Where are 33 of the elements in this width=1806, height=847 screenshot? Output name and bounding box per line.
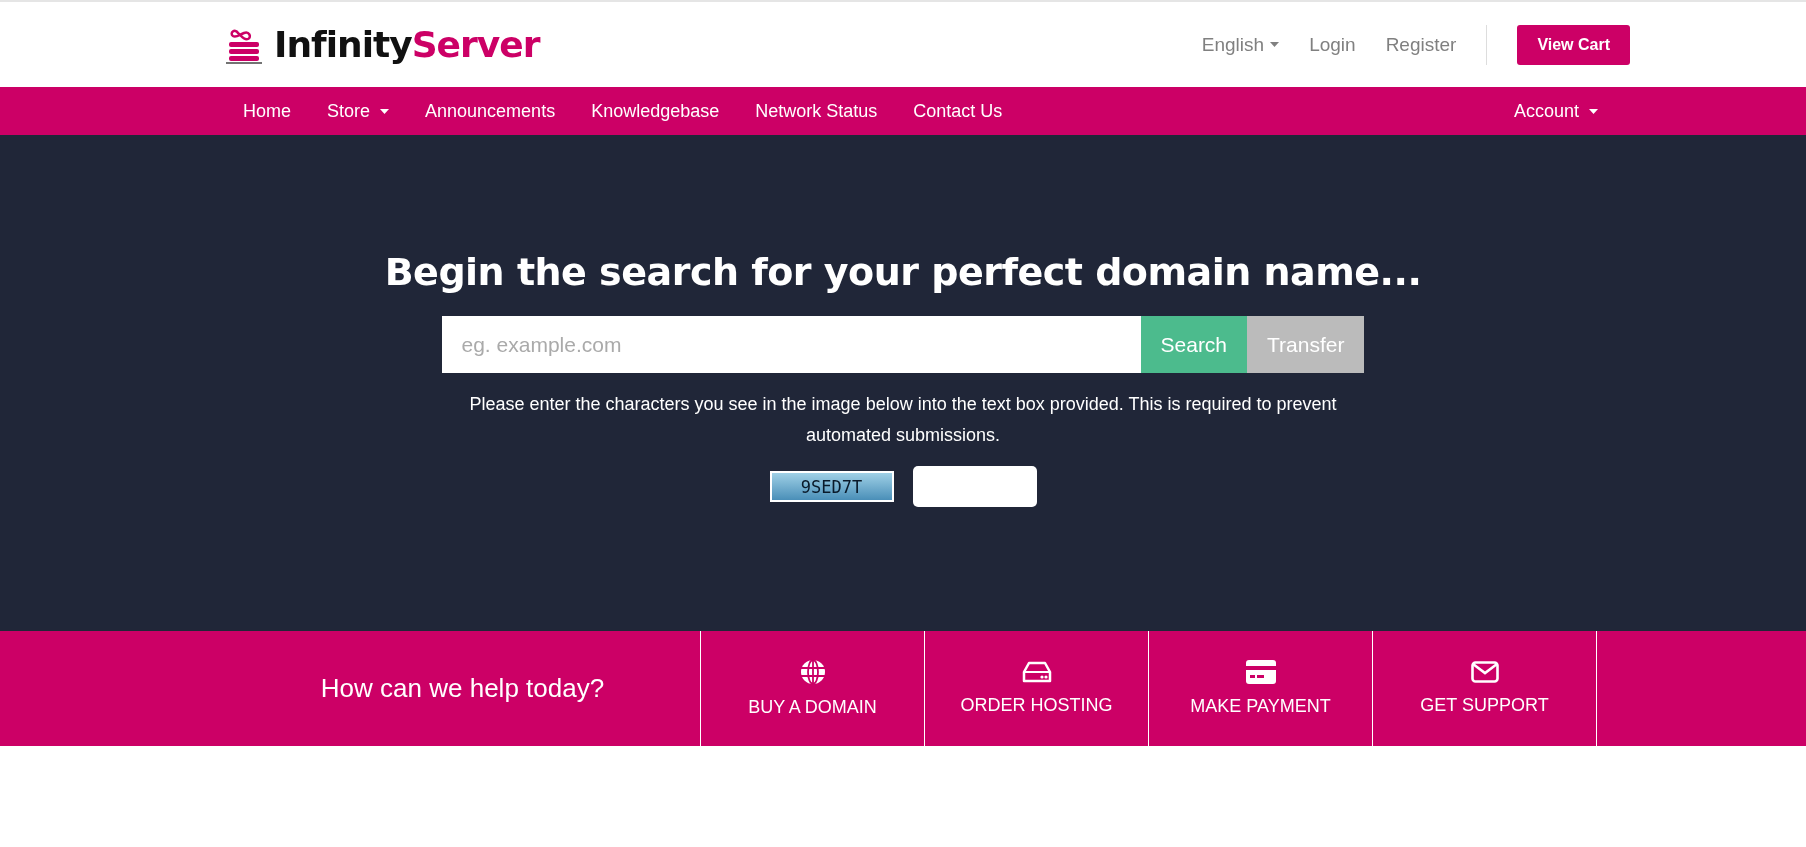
- globe-icon: [799, 659, 826, 685]
- captcha-field[interactable]: [912, 466, 1037, 507]
- help-action-label: BUY A DOMAIN: [748, 697, 877, 718]
- domain-search-field[interactable]: eg. example.com: [441, 316, 1141, 373]
- captcha-image: 9SED7T: [769, 471, 894, 502]
- envelope-icon: [1470, 661, 1499, 683]
- help-title: How can we help today?: [320, 673, 605, 704]
- caret-icon: [1589, 108, 1598, 114]
- nav-item[interactable]: Network Status: [737, 100, 896, 122]
- help-action-label: MAKE PAYMENT: [1190, 696, 1331, 717]
- account-menu[interactable]: Account: [1495, 100, 1616, 122]
- credit-card-icon: [1245, 660, 1276, 684]
- view-cart-button[interactable]: View Cart: [1517, 24, 1630, 65]
- nav-item[interactable]: Home: [225, 100, 309, 122]
- header-link[interactable]: English: [1201, 33, 1280, 56]
- logo-text[interactable]: InfinityServer: [274, 24, 540, 65]
- help-action-tile[interactable]: ORDER HOSTING: [924, 631, 1148, 746]
- help-action-label: ORDER HOSTING: [960, 695, 1113, 716]
- help-action-label: GET SUPPORT: [1420, 695, 1549, 716]
- caret-icon: [380, 108, 390, 114]
- captcha-instructions: Please enter the characters you see in the image below into the text box provided. This is required to prevent automated submissions.: [468, 393, 1338, 447]
- nav-item[interactable]: Store: [309, 100, 408, 122]
- help-action-tile[interactable]: BUY A DOMAIN: [700, 631, 924, 746]
- header-link[interactable]: Login: [1309, 33, 1356, 56]
- hero-title: Begin the search for your perfect domain name...: [384, 250, 1422, 294]
- nav-item[interactable]: Knowledgebase: [573, 100, 738, 122]
- caret-icon: [1270, 42, 1280, 47]
- nav-item[interactable]: Contact Us: [895, 100, 1021, 122]
- header-link[interactable]: Register: [1385, 33, 1457, 56]
- help-action-tile[interactable]: MAKE PAYMENT: [1148, 631, 1372, 746]
- drive-icon: [1021, 661, 1052, 683]
- help-action-tile[interactable]: GET SUPPORT: [1372, 631, 1597, 746]
- nav-item[interactable]: Announcements: [407, 100, 574, 122]
